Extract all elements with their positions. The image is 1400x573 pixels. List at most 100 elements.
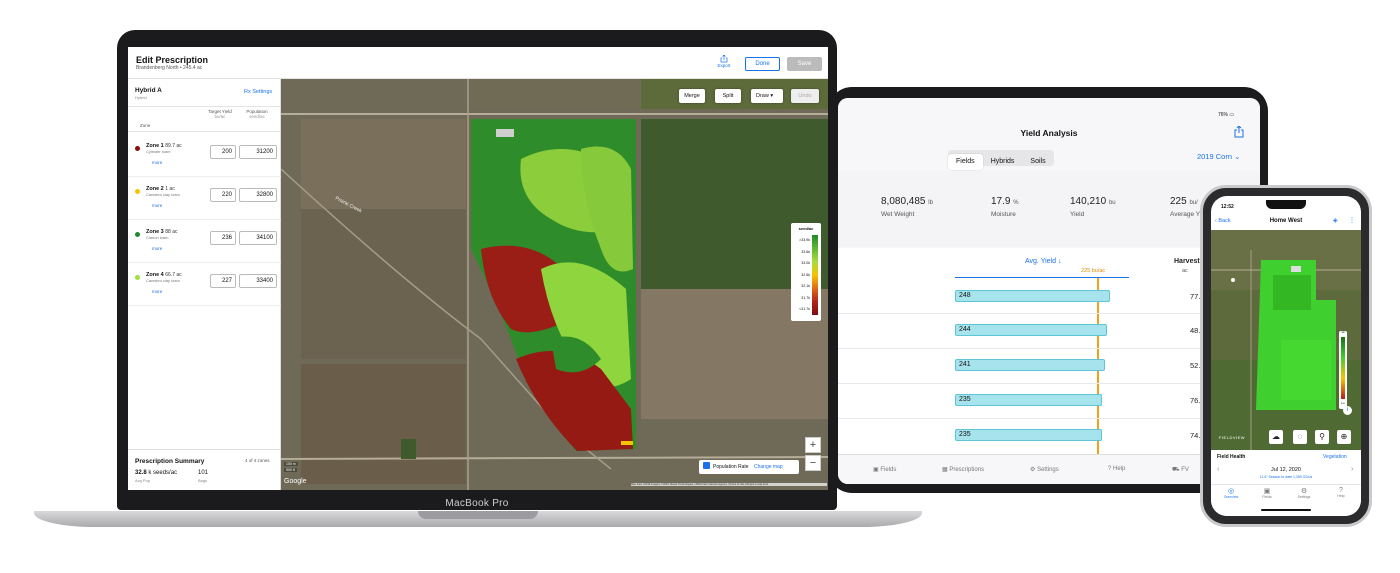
layers-icon[interactable]: ◈: [1333, 217, 1338, 224]
tab-settings[interactable]: ⚙ Settings: [1030, 466, 1059, 473]
zone-row[interactable]: Zone 1 89.7 ac Cylinder loam more 200 31…: [128, 135, 281, 177]
row-divider: [838, 313, 1260, 314]
population-rate-control[interactable]: Population Rate Change map: [699, 460, 799, 474]
stat-value: 225 bu/: [1170, 196, 1198, 207]
zone-soil: Canisteo clay loam: [146, 192, 180, 197]
battery-percent: 76%: [1218, 112, 1229, 118]
tab-fields[interactable]: ▣ Fields: [873, 466, 896, 473]
tab-prescriptions[interactable]: ▦ Prescriptions: [942, 466, 984, 473]
zone-row[interactable]: Zone 3 88 ac Clarion loam more 236 34100: [128, 221, 281, 263]
merge-button[interactable]: Merge: [679, 89, 705, 103]
yield-bar[interactable]: 244: [955, 324, 1107, 336]
legend-title: seed/ac: [798, 226, 814, 231]
stat-number: 8,080,485: [881, 196, 926, 207]
zone-color-dot: [135, 275, 140, 280]
rx-settings-link[interactable]: Rx Settings: [244, 89, 272, 95]
map-imagery: Prairie Creek: [281, 79, 828, 490]
tractor-icon: ⛟: [1172, 467, 1180, 473]
avg-yield-header[interactable]: Avg. Yield ↓: [1025, 258, 1061, 265]
yield-analysis-screen: 76% ▭ Yield Analysis Fields Hybrids Soils …: [838, 98, 1260, 484]
yield-bar[interactable]: 235: [955, 394, 1102, 406]
chevron-down-icon: ⌄: [1234, 152, 1241, 161]
more-icon[interactable]: ⋮: [1349, 217, 1355, 224]
zone-more-link[interactable]: more: [152, 246, 162, 251]
zone-more-link[interactable]: more: [152, 160, 162, 165]
checkbox-checked-icon[interactable]: [703, 462, 710, 469]
weather-icon[interactable]: ☁: [1269, 430, 1283, 444]
target-yield-input[interactable]: 236: [210, 231, 236, 245]
tab-settings[interactable]: ⚙ Settings: [1294, 487, 1314, 499]
change-map-link[interactable]: Change map: [754, 464, 783, 470]
harvest-header: Harvest: [1174, 258, 1200, 265]
stat-unit: %: [1013, 200, 1019, 206]
tab-help[interactable]: ? Help: [1108, 466, 1125, 472]
done-button[interactable]: Done: [745, 57, 780, 71]
segment-fields[interactable]: Fields: [948, 154, 983, 170]
tab-label: Settings: [1297, 495, 1311, 499]
tab-overview[interactable]: ◎ Overview: [1221, 487, 1241, 499]
tab-help[interactable]: ? Help: [1331, 487, 1351, 498]
segment-soils[interactable]: Soils: [1022, 154, 1053, 170]
draw-dropdown[interactable]: Draw ▾: [751, 89, 783, 103]
legend-label: 33.0k: [801, 261, 810, 265]
target-yield-input[interactable]: 227: [210, 274, 236, 288]
yield-bar[interactable]: 241: [955, 359, 1105, 371]
zone-row[interactable]: Zone 4 66.7 ac Canisteo clay loam more 2…: [128, 264, 281, 306]
split-button[interactable]: Split: [715, 89, 741, 103]
locate-icon[interactable]: ⊕: [1337, 430, 1351, 444]
zone-more-link[interactable]: more: [152, 289, 162, 294]
stat-label: Wet Weight: [881, 211, 915, 218]
stat-unit: lb: [928, 200, 933, 206]
save-button[interactable]: Save: [787, 57, 822, 71]
field-health-label: Field Health: [1217, 454, 1246, 460]
satellite-map[interactable]: Prairie Creek Merge Split Draw ▾ Undo se…: [281, 79, 828, 490]
vegetation-selector[interactable]: Vegetation: [1323, 454, 1347, 460]
page-title: Yield Analysis: [1020, 128, 1078, 138]
next-date-arrow[interactable]: ›: [1351, 466, 1353, 473]
population-input[interactable]: 32800: [239, 188, 277, 202]
pin-icon[interactable]: ⚲: [1315, 430, 1329, 444]
tab-label: FV: [1181, 467, 1189, 473]
yield-bar[interactable]: 248: [955, 290, 1110, 302]
legend-gradient: [1341, 337, 1345, 399]
draw-label: Draw: [756, 93, 769, 99]
share-icon: [720, 55, 728, 63]
stat-label: Average Y: [1170, 211, 1201, 218]
yield-bar[interactable]: 235: [955, 429, 1102, 441]
target-yield-input[interactable]: 200: [210, 145, 236, 159]
zone-soil: Cylinder loam: [146, 149, 171, 154]
chevron-down-icon: ▾: [770, 93, 774, 99]
zoom-out-button[interactable]: −: [805, 455, 821, 471]
undo-button[interactable]: Undo: [791, 89, 819, 103]
tab-fields[interactable]: ▣ Fields: [1257, 487, 1277, 499]
google-logo: Google: [284, 478, 307, 485]
tab-label: Help: [1113, 466, 1126, 472]
legend-label: <31.7k: [799, 307, 810, 311]
season-selector[interactable]: 2019 Corn ⌄: [1197, 152, 1240, 161]
segment-hybrids[interactable]: Hybrids: [983, 154, 1023, 170]
zone-color-dot: [135, 232, 140, 237]
zones-panel: Hybrid A Hybrid Rx Settings Zone Target …: [128, 79, 281, 490]
info-icon[interactable]: i: [1343, 406, 1352, 415]
population-input[interactable]: 33400: [239, 274, 277, 288]
zoom-in-button[interactable]: +: [805, 437, 821, 453]
legend-label: 32.6k: [801, 272, 810, 277]
share-icon[interactable]: [1234, 126, 1244, 138]
population-input[interactable]: 31200: [239, 145, 277, 159]
legend-label: 33.6k: [801, 249, 810, 254]
zone-row[interactable]: Zone 2 1 ac Canisteo clay loam more 220 …: [128, 178, 281, 220]
summary-pop-value: 32.8: [135, 470, 147, 476]
help-icon: ?: [1108, 466, 1112, 472]
phone-notch: [1266, 200, 1306, 209]
target-yield-input[interactable]: 220: [210, 188, 236, 202]
prescriptions-icon: ▦: [942, 467, 948, 473]
refresh-icon[interactable]: ◌: [1293, 430, 1307, 444]
population-input[interactable]: 34100: [239, 231, 277, 245]
laptop-brand-label: MacBook Pro: [445, 498, 509, 509]
tab-fv[interactable]: ⛟ FV: [1172, 466, 1189, 474]
zone-more-link[interactable]: more: [152, 203, 162, 208]
tab-label: Settings: [1037, 467, 1059, 473]
gear-icon: ⚙: [1300, 488, 1308, 495]
export-button[interactable]: Export: [714, 55, 734, 68]
status-time: 12:52: [1221, 204, 1234, 210]
